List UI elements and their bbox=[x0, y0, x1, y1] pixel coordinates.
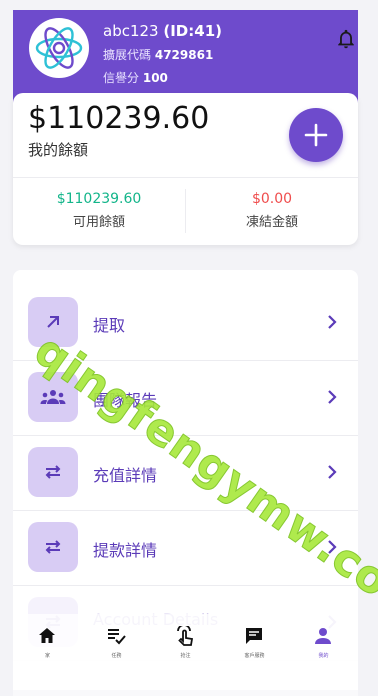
profile-page: abc123 (ID:41) 擴展代碼 4729861 信譽分 100 $110… bbox=[0, 0, 378, 696]
tab-label: 抢注 bbox=[180, 653, 191, 659]
plus-icon bbox=[304, 123, 328, 147]
avatar[interactable] bbox=[29, 18, 89, 78]
available-balance-value: $110239.60 bbox=[56, 191, 142, 207]
touch-icon bbox=[177, 626, 194, 646]
menu-item-team-report[interactable]: 團隊報告 bbox=[13, 360, 358, 436]
chevron-right-icon bbox=[328, 540, 337, 554]
available-balance-label: 可用餘額 bbox=[72, 215, 125, 230]
tab-tasks[interactable]: 任務 bbox=[82, 614, 151, 670]
tab-label: 客戶服務 bbox=[244, 653, 265, 659]
username: abc123 bbox=[103, 22, 159, 40]
menu-item-withdraw[interactable]: 提取 bbox=[13, 285, 358, 361]
credit-score-label: 信譽分 bbox=[103, 71, 140, 85]
bottom-strip bbox=[13, 670, 358, 696]
balance-amount: $110239.60 bbox=[28, 101, 210, 136]
menu-item-label: 提款詳情 bbox=[93, 541, 158, 560]
swap-icon bbox=[28, 522, 78, 572]
chevron-right-icon bbox=[328, 465, 337, 479]
balance-card: $110239.60 我的餘額 $110239.60 可用餘額 $0.00 凍結… bbox=[13, 93, 358, 245]
promo-code-label: 擴展代碼 bbox=[103, 48, 152, 62]
user-id: (ID:41) bbox=[163, 22, 222, 40]
balance-label: 我的餘額 bbox=[28, 141, 89, 159]
tab-home[interactable]: 家 bbox=[13, 614, 82, 670]
chevron-right-icon bbox=[328, 390, 337, 404]
promo-code-line: 擴展代碼 4729861 bbox=[103, 46, 213, 63]
tab-customer-service[interactable]: 客戶服務 bbox=[220, 614, 289, 670]
tab-label: 任務 bbox=[111, 653, 122, 659]
available-balance: $110239.60 可用餘額 bbox=[13, 191, 185, 230]
person-icon bbox=[315, 628, 331, 644]
task-list-icon bbox=[108, 629, 126, 645]
bell-icon[interactable] bbox=[335, 28, 357, 50]
tab-label: 家 bbox=[44, 653, 50, 659]
arrow-up-right-icon bbox=[28, 297, 78, 347]
add-funds-button[interactable] bbox=[289, 108, 343, 162]
tab-label: 我的 bbox=[318, 653, 329, 659]
menu-item-label: 充值詳情 bbox=[93, 466, 158, 485]
chat-icon bbox=[246, 628, 262, 644]
frozen-amount-label: 凍結金額 bbox=[245, 215, 298, 230]
menu-item-withdrawal-details[interactable]: 提款詳情 bbox=[13, 510, 358, 586]
tab-mine[interactable]: 我的 bbox=[289, 614, 358, 670]
tab-grab[interactable]: 抢注 bbox=[151, 614, 220, 670]
menu-item-label: 提取 bbox=[93, 316, 126, 335]
promo-code-value: 4729861 bbox=[154, 48, 214, 62]
user-name-line: abc123 (ID:41) bbox=[103, 22, 222, 40]
menu-item-recharge-details[interactable]: 充值詳情 bbox=[13, 435, 358, 511]
divider bbox=[13, 177, 358, 178]
credit-score-line: 信譽分 100 bbox=[103, 69, 168, 86]
credit-score-value: 100 bbox=[142, 71, 168, 85]
bottom-tab-bar: 家 任務 抢注 客戶服務 我的 bbox=[13, 614, 358, 670]
home-icon bbox=[39, 628, 55, 643]
frozen-amount: $0.00 凍結金額 bbox=[186, 191, 358, 230]
group-icon bbox=[28, 372, 78, 422]
atom-logo-icon bbox=[35, 27, 83, 69]
chevron-right-icon bbox=[328, 315, 337, 329]
frozen-amount-value: $0.00 bbox=[251, 191, 293, 207]
menu-item-label: 團隊報告 bbox=[93, 391, 158, 410]
swap-icon bbox=[28, 447, 78, 497]
